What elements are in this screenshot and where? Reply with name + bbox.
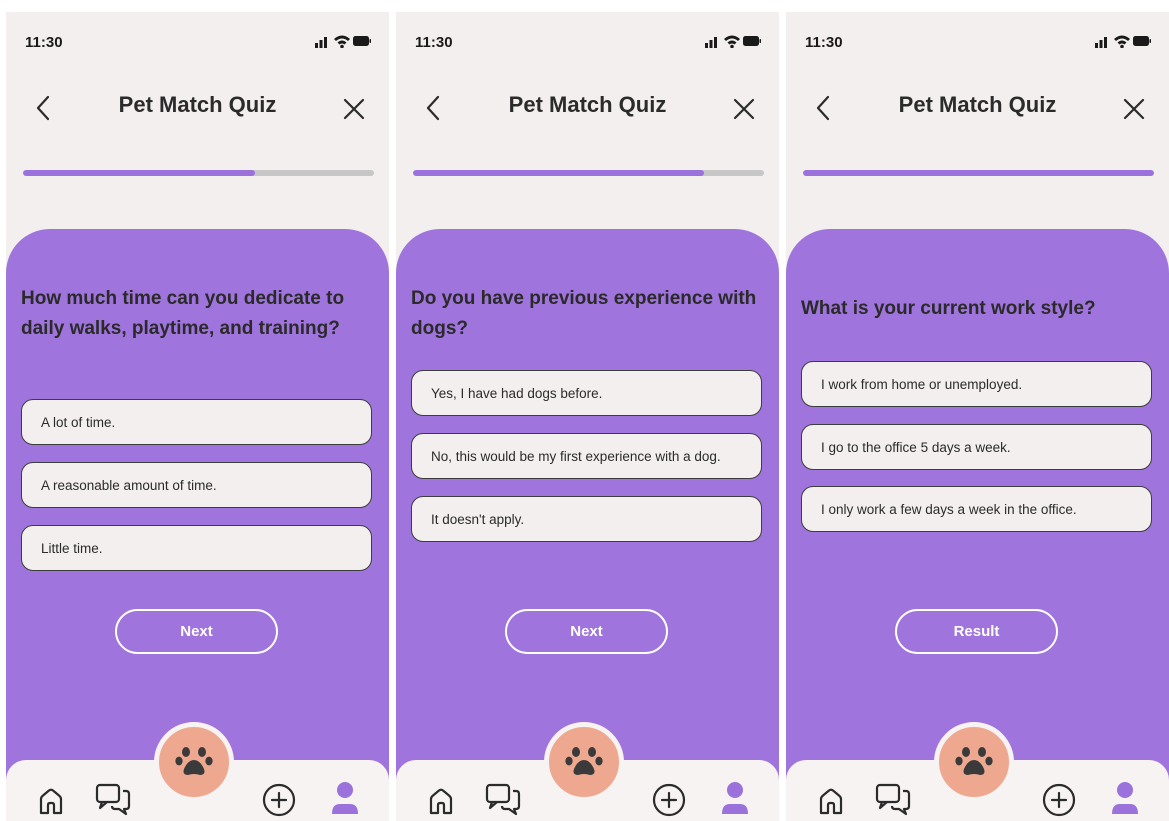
progress-fill — [413, 170, 705, 176]
page-title: Pet Match Quiz — [508, 92, 667, 117]
question-text: What is your current work style? — [801, 298, 1096, 319]
paw-button[interactable] — [934, 722, 1014, 802]
close-icon[interactable] — [1121, 96, 1147, 122]
status-time: 11:30 — [805, 34, 843, 51]
add-icon[interactable] — [652, 783, 686, 821]
next-button[interactable]: Next — [115, 609, 278, 654]
paw-button[interactable] — [544, 722, 624, 802]
close-icon[interactable] — [341, 96, 367, 122]
page-title: Pet Match Quiz — [118, 92, 277, 117]
answer-option[interactable]: I work from home or unemployed. — [801, 361, 1152, 407]
status-icons — [1095, 34, 1151, 48]
answer-option[interactable]: No, this would be my first experience wi… — [411, 433, 762, 479]
close-icon[interactable] — [731, 96, 757, 122]
answer-option[interactable]: Yes, I have had dogs before. — [411, 370, 762, 416]
home-icon[interactable] — [36, 786, 66, 821]
progress-bar — [23, 170, 374, 176]
paw-icon — [175, 747, 213, 775]
answer-option[interactable]: Little time. — [21, 525, 372, 571]
home-icon[interactable] — [816, 786, 846, 821]
add-icon[interactable] — [262, 783, 296, 821]
chat-icon[interactable] — [485, 782, 523, 821]
signal-icon — [315, 37, 327, 48]
status-icons — [705, 34, 761, 48]
paw-icon — [955, 747, 993, 775]
wifi-icon — [1114, 35, 1130, 48]
signal-icon — [705, 37, 717, 48]
chat-icon[interactable] — [95, 782, 133, 821]
home-icon[interactable] — [426, 786, 456, 821]
progress-fill — [803, 170, 1154, 176]
progress-bar — [803, 170, 1154, 176]
add-icon[interactable] — [1042, 783, 1076, 821]
profile-icon[interactable] — [1110, 780, 1140, 821]
profile-icon[interactable] — [720, 780, 750, 821]
wifi-icon — [724, 35, 740, 48]
result-button[interactable]: Result — [895, 609, 1058, 654]
battery-icon — [743, 36, 761, 46]
profile-icon[interactable] — [330, 780, 360, 821]
status-time: 11:30 — [415, 34, 453, 51]
quiz-screen-3: 11:30 Pet Match Quiz What is your curren… — [786, 12, 1169, 821]
quiz-screens: 11:30 Pet Match Quiz How much time can y… — [0, 0, 1169, 821]
answer-option[interactable]: I only work a few days a week in the off… — [801, 486, 1152, 532]
quiz-screen-2: 11:30 Pet Match Quiz Do you have previou… — [396, 12, 779, 821]
answer-option[interactable]: A reasonable amount of time. — [21, 462, 372, 508]
chat-icon[interactable] — [875, 782, 913, 821]
next-button[interactable]: Next — [505, 609, 668, 654]
battery-icon — [353, 36, 371, 46]
question-text: Do you have previous experience with dog… — [411, 288, 757, 339]
status-icons — [315, 34, 371, 48]
wifi-icon — [334, 35, 350, 48]
answer-option[interactable]: It doesn't apply. — [411, 496, 762, 542]
question-text: How much time can you dedicate to daily … — [21, 288, 345, 339]
signal-icon — [1095, 37, 1107, 48]
answer-option[interactable]: I go to the office 5 days a week. — [801, 424, 1152, 470]
quiz-screen-1: 11:30 Pet Match Quiz How much time can y… — [6, 12, 389, 821]
answer-option[interactable]: A lot of time. — [21, 399, 372, 445]
paw-button[interactable] — [154, 722, 234, 802]
paw-icon — [565, 747, 603, 775]
battery-icon — [1133, 36, 1151, 46]
progress-fill — [23, 170, 255, 176]
progress-bar — [413, 170, 764, 176]
page-title: Pet Match Quiz — [898, 92, 1057, 117]
status-time: 11:30 — [25, 34, 63, 51]
